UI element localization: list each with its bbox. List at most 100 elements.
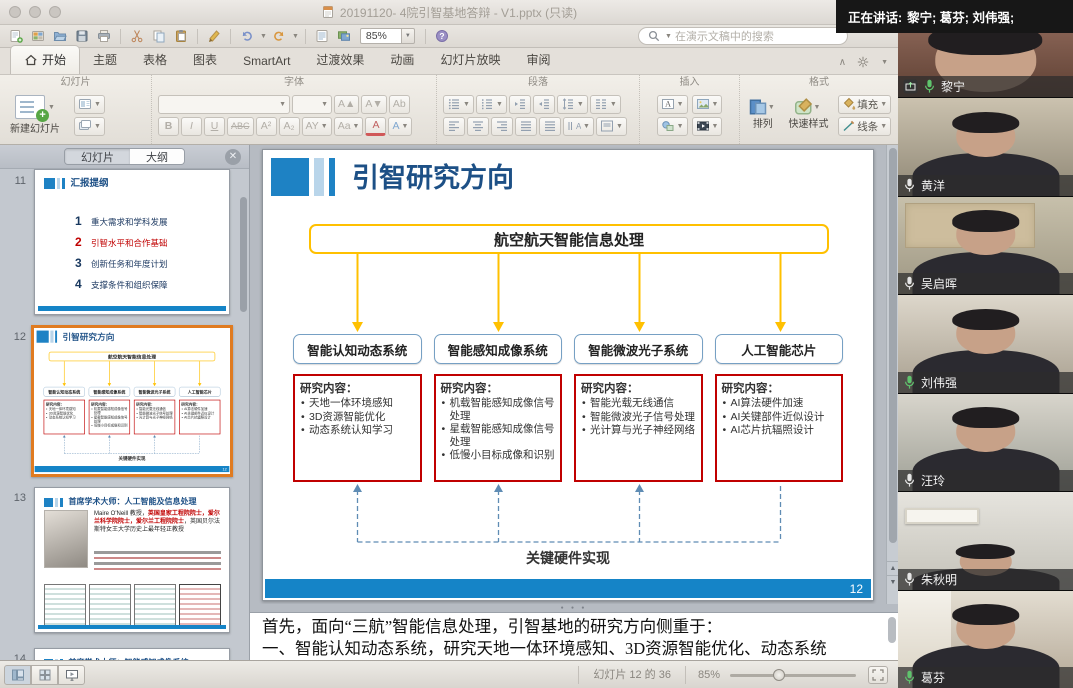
undo-icon[interactable] — [237, 27, 257, 46]
quick-styles-button[interactable]: ▼ 快速样式 — [784, 100, 832, 130]
tab-slides-view[interactable]: 幻灯片 — [65, 149, 130, 164]
tab-home[interactable]: 开始 — [10, 45, 80, 74]
media-browser-icon[interactable] — [334, 27, 354, 46]
format-painter-icon[interactable] — [204, 27, 224, 46]
thumbnail-slide-14[interactable]: 首席学术大师：智能感知成像系统 Otmar Loffeld 教授，德国电子信息协… — [34, 648, 230, 660]
thumbnail-slide-12-selected[interactable]: 引智研究方向 航空航天智能信息处理 — [31, 325, 233, 477]
underline-button[interactable]: U — [204, 117, 225, 136]
tab-review[interactable]: 审阅 — [513, 46, 563, 74]
copy-icon[interactable] — [149, 27, 169, 46]
font-name-combo[interactable]: ▼ — [158, 95, 290, 114]
text-direction-button[interactable]: A▼ — [563, 117, 594, 136]
line-spacing-button[interactable]: ▼ — [557, 95, 588, 114]
fill-button[interactable]: 填充▼ — [838, 95, 891, 114]
participant-video-tile[interactable]: 汪玲 — [898, 394, 1073, 491]
zoom-dropdown[interactable]: ▼ — [402, 28, 415, 44]
cut-icon[interactable] — [127, 27, 147, 46]
thumbnail-scrollbar[interactable] — [240, 197, 247, 312]
tab-themes[interactable]: 主题 — [80, 46, 130, 74]
increase-indent-button[interactable] — [533, 95, 555, 114]
strikethrough-button[interactable]: ABC — [227, 117, 254, 136]
print-icon[interactable] — [94, 27, 114, 46]
search-scope-dropdown[interactable]: ▼ — [665, 33, 672, 40]
shrink-font-button[interactable]: A▼ — [361, 95, 386, 114]
ribbon-settings-dropdown[interactable]: ▼ — [881, 59, 888, 66]
bullets-button[interactable]: ▼ — [443, 95, 474, 114]
paste-icon[interactable] — [171, 27, 191, 46]
text-outline-button[interactable]: A▼ — [388, 117, 412, 136]
insert-textbox-button[interactable]: A▼ — [657, 95, 688, 114]
help-icon[interactable]: ? — [432, 27, 452, 46]
fit-slide-button[interactable] — [868, 666, 888, 684]
change-case-button[interactable]: Aa▼ — [334, 117, 364, 136]
tab-outline-view[interactable]: 大纲 — [130, 149, 184, 164]
decrease-indent-button[interactable] — [509, 95, 531, 114]
arrange-button[interactable]: ▼ 排列 — [747, 100, 779, 130]
media-gallery-icon[interactable] — [28, 27, 48, 46]
speaker-notes[interactable]: 首先，面向“三航”智能信息处理，引智基地的研究方向侧重于： 一、智能认知动态系统… — [250, 612, 898, 660]
insert-media-button[interactable]: ▼ — [692, 117, 723, 136]
superscript-button[interactable]: A² — [256, 117, 277, 136]
save-icon[interactable] — [72, 27, 92, 46]
search-input[interactable]: ▼ 在演示文稿中的搜索 — [638, 27, 848, 45]
tab-slideshow[interactable]: 幻灯片放映 — [427, 46, 513, 74]
participant-video-tile[interactable]: 朱秋明 — [898, 492, 1073, 589]
tab-tables[interactable]: 表格 — [130, 46, 180, 74]
align-right-button[interactable] — [491, 117, 513, 136]
align-left-button[interactable] — [443, 117, 465, 136]
distribute-text-button[interactable] — [539, 117, 561, 136]
ribbon-settings-gear-icon[interactable] — [856, 55, 870, 69]
italic-button[interactable]: I — [181, 117, 202, 136]
vertical-align-button[interactable]: ▼ — [596, 117, 627, 136]
columns-button[interactable]: ▼ — [590, 95, 621, 114]
participant-video-tile[interactable]: 黄洋 — [898, 98, 1073, 195]
open-icon[interactable] — [50, 27, 70, 46]
slide-layout-button[interactable]: ▼ — [74, 95, 105, 114]
zoom-window-button[interactable] — [49, 6, 61, 18]
lines-button[interactable]: 线条▼ — [838, 117, 891, 136]
tab-charts[interactable]: 图表 — [180, 46, 230, 74]
new-slide-icon[interactable] — [6, 27, 26, 46]
minimize-window-button[interactable] — [29, 6, 41, 18]
text-effects-button[interactable]: AY▼ — [302, 117, 332, 136]
slide-section-button[interactable]: ▼ — [74, 117, 105, 136]
bold-button[interactable]: B — [158, 117, 179, 136]
zoom-value-field[interactable]: 85% — [360, 28, 402, 44]
new-slide-button[interactable]: +▼ 新建幻灯片 — [6, 95, 64, 135]
editor-scrollbar-thumb[interactable] — [889, 148, 897, 543]
subscript-button[interactable]: A₂ — [279, 117, 300, 136]
insert-shape-button[interactable]: ▼ — [657, 117, 688, 136]
redo-icon[interactable] — [269, 27, 289, 46]
font-color-button[interactable]: A — [365, 117, 386, 136]
participant-video-tile[interactable]: 葛芬 — [898, 591, 1073, 688]
clear-formatting-button[interactable]: Ab — [389, 95, 410, 114]
numbering-button[interactable]: ▼ — [476, 95, 507, 114]
notes-scrollbar-thumb[interactable] — [888, 617, 896, 643]
current-slide[interactable]: 引智研究方向 航空航天智能信息处理 — [262, 149, 874, 601]
close-panel-icon[interactable]: ✕ — [225, 149, 241, 165]
editor-scrollbar[interactable]: ▲ ▼ — [886, 145, 898, 604]
undo-dropdown[interactable]: ▼ — [260, 33, 267, 40]
slideshow-view-button[interactable] — [58, 665, 85, 685]
justify-button[interactable] — [515, 117, 537, 136]
thumbnail-slide-13[interactable]: 首席学术大师：人工智能及信息处理 Maire O'Neill 教授，英国皇家工程… — [34, 487, 230, 633]
participant-video-tile[interactable]: 刘伟强 — [898, 295, 1073, 392]
thumbnail-slide-11[interactable]: 汇报提纲 1重大需求和学科发展 2引智水平和合作基础 3创新任务和年度计划 4支… — [34, 169, 230, 315]
redo-dropdown[interactable]: ▼ — [292, 33, 299, 40]
tab-smartart[interactable]: SmartArt — [230, 49, 303, 74]
close-window-button[interactable] — [9, 6, 21, 18]
notes-splitter-handle[interactable]: ● ● ● — [250, 604, 898, 612]
tab-transitions[interactable]: 过渡效果 — [303, 46, 377, 74]
grow-font-button[interactable]: A▲ — [334, 95, 359, 114]
tab-animations[interactable]: 动画 — [377, 46, 427, 74]
zoom-slider-knob[interactable] — [773, 669, 785, 681]
normal-view-button[interactable] — [4, 665, 31, 685]
format-panel-icon[interactable] — [312, 27, 332, 46]
participant-video-tile[interactable]: 吴启晖 — [898, 197, 1073, 294]
insert-picture-button[interactable]: ▼ — [692, 95, 723, 114]
align-center-button[interactable] — [467, 117, 489, 136]
slide-sorter-view-button[interactable] — [31, 665, 58, 685]
font-size-combo[interactable]: ▼ — [292, 95, 332, 114]
collapse-ribbon-icon[interactable]: ∧ — [839, 57, 846, 68]
zoom-slider[interactable] — [730, 666, 856, 684]
